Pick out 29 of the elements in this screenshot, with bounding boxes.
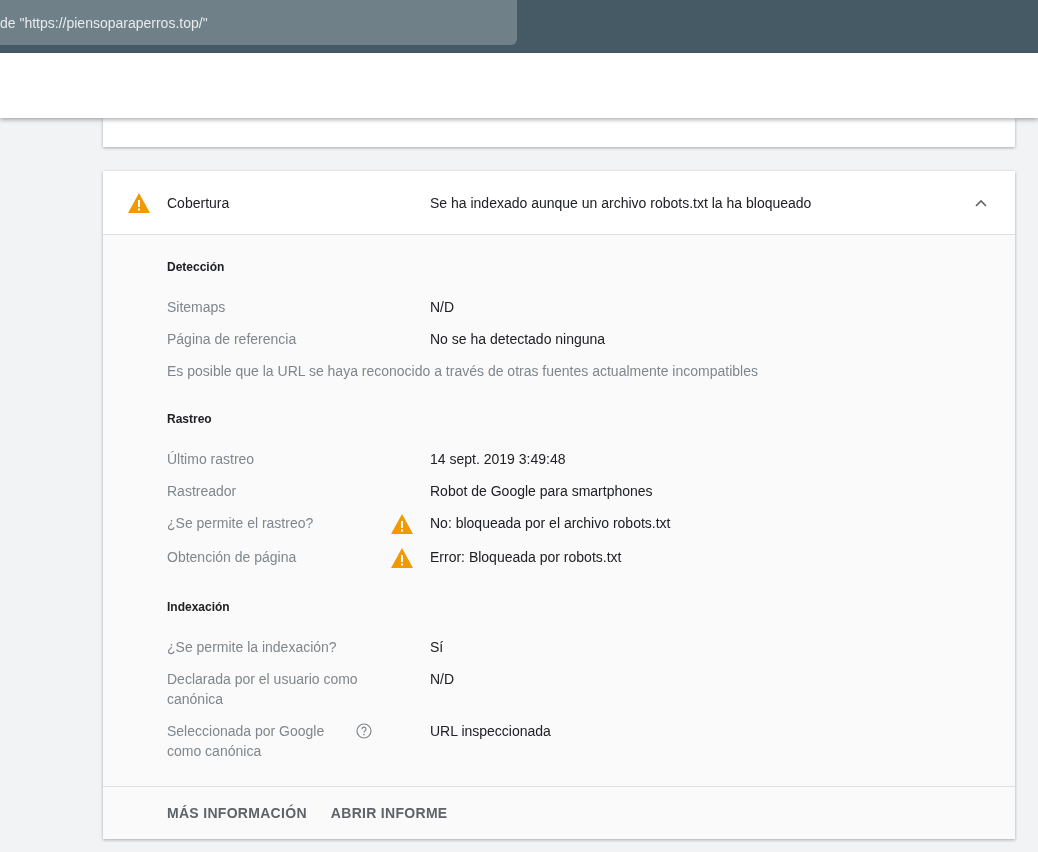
search-field[interactable]: de "https://piensoparaperros.top/" bbox=[0, 0, 517, 45]
field-label: Página de referencia bbox=[167, 330, 297, 349]
field-label: Último rastreo bbox=[167, 450, 255, 469]
section-title: Indexación bbox=[167, 599, 231, 616]
field-label: Obtención de página bbox=[167, 548, 297, 567]
field-label: Seleccionada por Google como canónica bbox=[167, 722, 326, 761]
field-value: Robot de Google para smartphones bbox=[430, 482, 654, 501]
text-button[interactable]: ABRIR INFORME bbox=[322, 799, 456, 827]
card-title: Cobertura bbox=[167, 194, 231, 211]
field-label: ¿Se permite la indexación? bbox=[167, 638, 337, 657]
field-value: No se ha detectado ninguna bbox=[430, 330, 607, 349]
field-label: Declarada por el usuario como canónica bbox=[167, 670, 359, 709]
field-value: 14 sept. 2019 3:49:48 bbox=[430, 450, 567, 469]
help-icon[interactable] bbox=[356, 723, 372, 739]
field-value: N/D bbox=[430, 670, 456, 689]
section-title: Detección bbox=[167, 259, 226, 276]
field-value: N/D bbox=[430, 298, 456, 317]
field-value: Error: Bloqueada por robots.txt bbox=[430, 548, 623, 567]
chevron-icon[interactable] bbox=[975, 198, 987, 207]
field-value: Sí bbox=[430, 638, 445, 657]
field-label: ¿Se permite el rastreo? bbox=[167, 514, 314, 533]
field-label: Rastreador bbox=[167, 482, 237, 501]
text-button[interactable]: MÁS INFORMACIÓN bbox=[159, 799, 315, 827]
field-value: No: bloqueada por el archivo robots.txt bbox=[430, 514, 672, 533]
section-title: Rastreo bbox=[167, 411, 213, 428]
field-value: URL inspeccionada bbox=[430, 722, 552, 741]
note-text: Es posible que la URL se haya reconocido a través de otras fuentes actualmente incompatibles bbox=[167, 362, 759, 381]
coverage-summary: Se ha indexado aunque un archivo robots.txt la ha bloqueado bbox=[430, 194, 813, 211]
field-label: Sitemaps bbox=[167, 298, 226, 317]
